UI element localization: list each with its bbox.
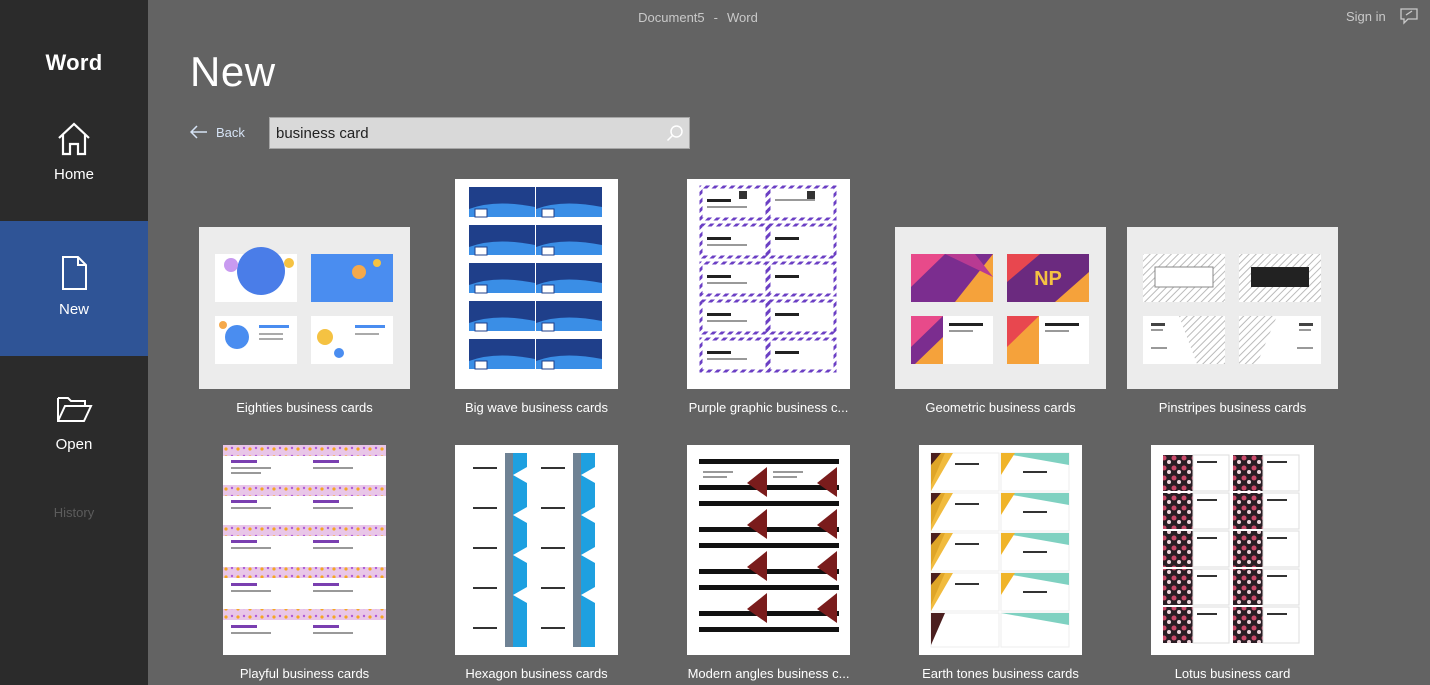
geometric-preview: NP <box>911 254 1089 364</box>
template-hexagon[interactable]: Hexagon business cards <box>455 445 618 685</box>
template-geometric[interactable]: NP Geometric business cards <box>895 227 1106 417</box>
template-eighties[interactable]: Eighties business cards <box>199 227 410 417</box>
template-pinstripes[interactable]: Pinstripes business cards <box>1127 227 1338 417</box>
word-new-screen: Word Home New Open History Document5 - W… <box>0 0 1430 685</box>
title-separator: - <box>713 10 718 25</box>
template-label: Playful business cards <box>239 666 370 681</box>
earth-tones-preview <box>930 452 1070 648</box>
template-modern-angles[interactable]: Modern angles business c... <box>687 445 850 685</box>
template-thumbnail <box>919 445 1082 655</box>
template-label: Modern angles business c... <box>687 666 850 681</box>
page-title: New <box>190 48 276 95</box>
document-name: Document5 <box>638 10 705 25</box>
template-label: Hexagon business cards <box>465 666 608 681</box>
purple-graphic-preview <box>699 185 837 373</box>
hexagon-preview <box>473 453 595 647</box>
template-label: Pinstripes business cards <box>1158 400 1307 415</box>
template-search-box <box>269 117 690 149</box>
sidebar-item-label: New <box>58 301 89 318</box>
lotus-preview <box>1163 454 1300 644</box>
sidebar-item-home[interactable]: Home <box>0 86 148 221</box>
folder-open-icon <box>57 397 93 422</box>
svg-text:NP: NP <box>1034 268 1062 290</box>
template-playful[interactable]: Playful business cards <box>223 445 386 685</box>
new-document-icon <box>62 256 87 290</box>
playful-preview <box>223 445 386 634</box>
sidebar-item-label: Open <box>55 436 93 453</box>
eighties-preview <box>215 247 393 364</box>
sidebar: Word Home New Open History <box>0 0 148 685</box>
sidebar-item-label: Home <box>53 166 94 183</box>
back-label: Back <box>216 125 245 140</box>
template-label: Eighties business cards <box>236 400 373 415</box>
feedback-icon[interactable] <box>1399 6 1419 26</box>
template-thumbnail <box>199 227 410 389</box>
template-earth-tones[interactable]: Earth tones business cards <box>919 445 1082 685</box>
template-label: Purple graphic business c... <box>688 400 849 415</box>
template-label: Lotus business card <box>1174 666 1291 681</box>
sidebar-item-history: History <box>53 505 95 520</box>
sidebar-item-open[interactable]: Open <box>0 356 148 491</box>
template-thumbnail <box>223 445 386 655</box>
template-thumbnail <box>687 445 850 655</box>
modern-angles-preview <box>699 459 839 632</box>
template-purple-graphic[interactable]: Purple graphic business c... <box>687 179 850 417</box>
big-wave-preview <box>469 187 602 370</box>
window-app-name: Word <box>727 10 758 25</box>
home-icon <box>58 122 90 156</box>
template-thumbnail <box>455 445 618 655</box>
template-label: Big wave business cards <box>464 400 609 415</box>
template-thumbnail <box>687 179 850 389</box>
template-thumbnail: NP <box>895 227 1106 389</box>
template-label: Earth tones business cards <box>922 666 1079 681</box>
template-thumbnail <box>1127 227 1338 389</box>
template-label: Geometric business cards <box>925 400 1076 415</box>
app-name: Word <box>45 50 103 75</box>
sign-in-link[interactable]: Sign in <box>1346 9 1386 24</box>
back-arrow-icon <box>190 125 207 139</box>
window-title: Document5- Word <box>148 10 1248 25</box>
template-thumbnail <box>1151 445 1314 655</box>
pinstripes-preview <box>1143 254 1321 364</box>
search-icon[interactable] <box>666 124 684 142</box>
template-big-wave[interactable]: Big wave business cards <box>455 179 618 417</box>
sidebar-item-new[interactable]: New <box>0 221 148 356</box>
template-search-input[interactable] <box>276 122 656 144</box>
template-lotus[interactable]: Lotus business card <box>1151 445 1314 685</box>
template-thumbnail <box>455 179 618 389</box>
